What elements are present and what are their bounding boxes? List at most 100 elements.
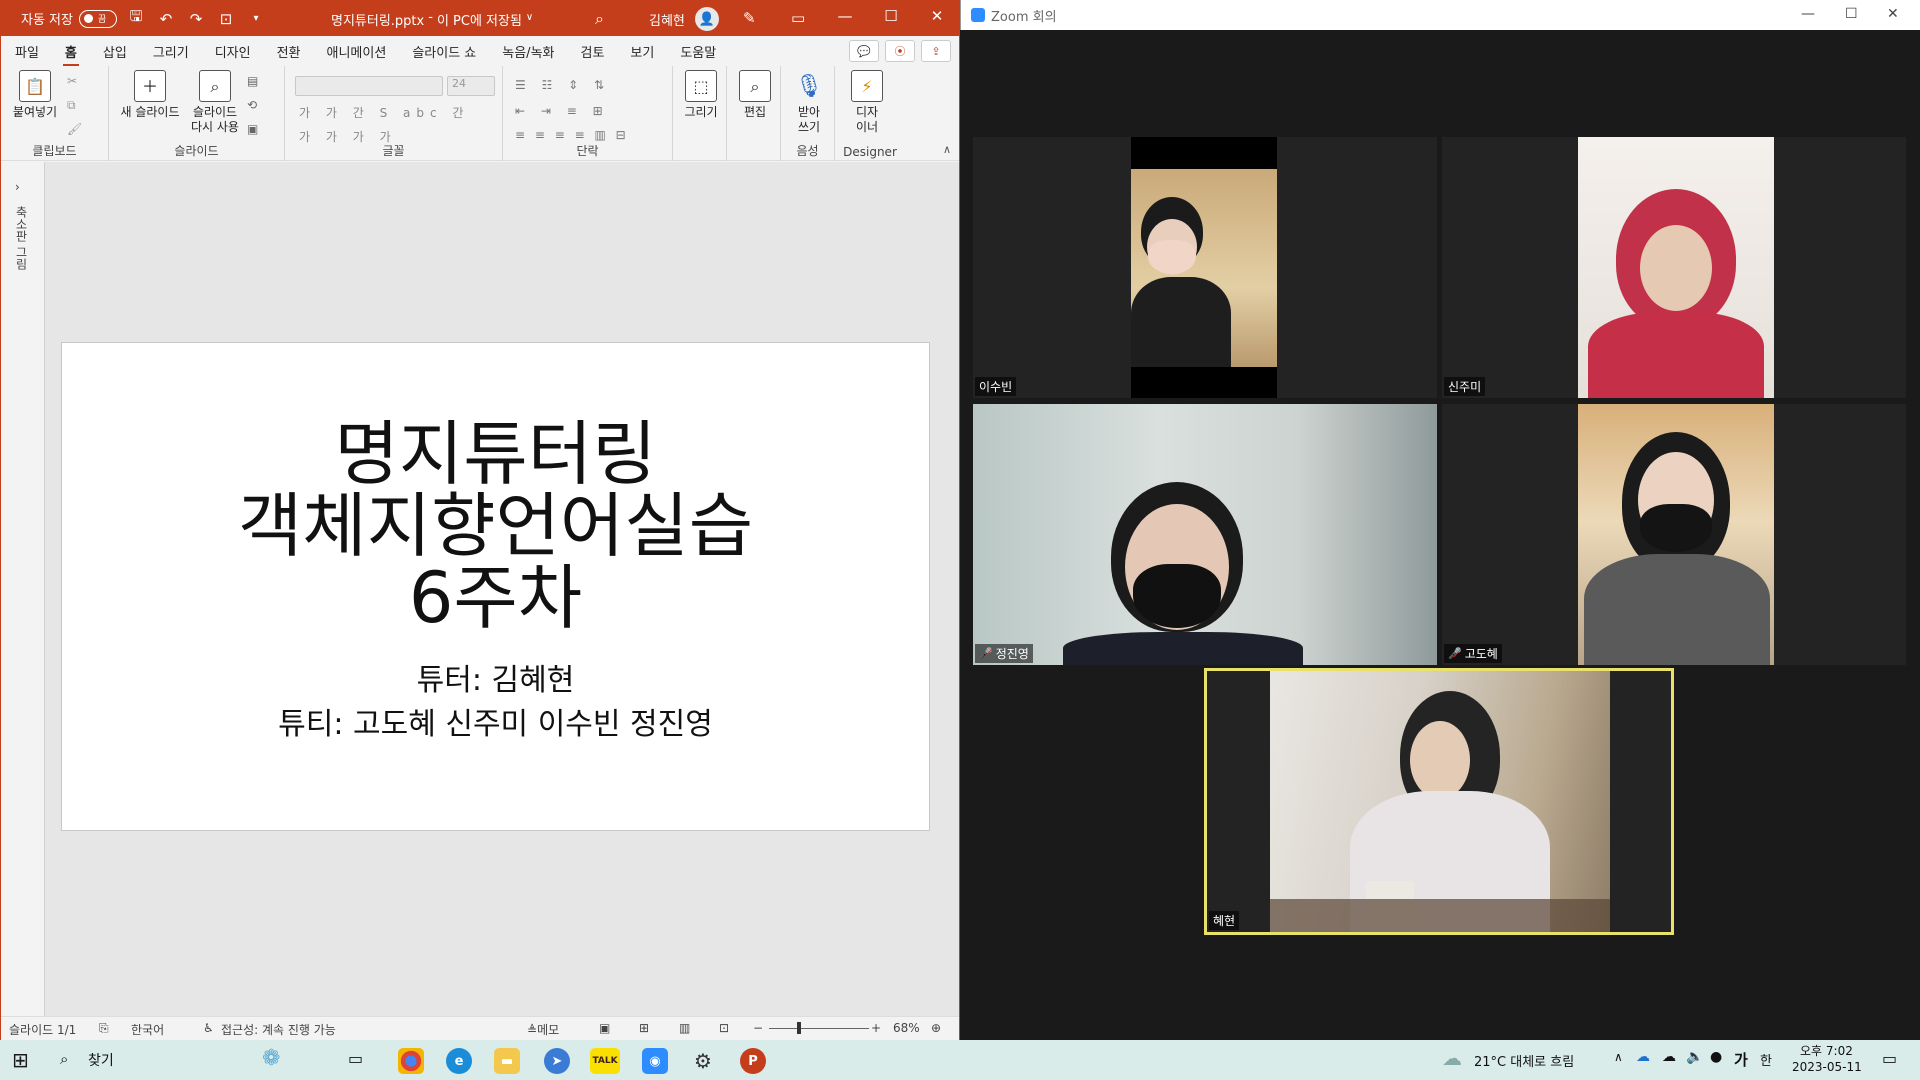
dictate-button[interactable]: 🎙 받아 쓰기 [789, 70, 829, 135]
volume-icon[interactable]: 🔈 [1686, 1049, 1703, 1065]
edge-icon[interactable]: e [446, 1048, 472, 1074]
zoom-app-icon[interactable]: ◉ [642, 1048, 668, 1074]
redo-icon[interactable]: ↷ [185, 8, 207, 30]
tab-menu-item[interactable]: 홈 [62, 42, 79, 67]
copy-icon[interactable]: ⧉ [67, 98, 76, 113]
font-format-row[interactable]: 가 가 간 S abc 간 [299, 104, 469, 121]
tab-menu-item[interactable]: 그리기 [153, 42, 189, 61]
participant-tile[interactable]: 🎤̸ 고도혜 [1442, 404, 1906, 665]
thumbnail-pane-label[interactable]: 축소판 그림 [13, 206, 30, 270]
tab-menu-item[interactable]: 디자인 [215, 42, 251, 61]
windows-start-icon[interactable]: ⊞ [12, 1048, 29, 1072]
new-slide-button[interactable]: ＋ 새 슬라이드 [117, 70, 183, 120]
zoom-slider-track[interactable] [769, 1028, 869, 1029]
tab-menu-item[interactable]: 녹음/녹화 [502, 42, 554, 61]
clock-date[interactable]: 2023-05-11 [1792, 1060, 1862, 1074]
tab-menu-item[interactable]: 전환 [277, 42, 301, 61]
file-explorer-icon[interactable]: ▬ [494, 1048, 520, 1074]
kakaotalk-icon[interactable]: TALK [590, 1048, 620, 1074]
task-view-icon[interactable]: ▭ [348, 1049, 363, 1068]
clock-time[interactable]: 오후 7:02 [1800, 1042, 1853, 1059]
slide-sorter-icon[interactable]: ⊞ [639, 1021, 649, 1035]
slide-tutees[interactable]: 튜티: 고도혜 신주미 이수빈 정진영 [62, 699, 929, 743]
normal-view-icon[interactable]: ▣ [599, 1021, 610, 1035]
onedrive-icon[interactable]: ☁ [1636, 1049, 1650, 1065]
tab-menu-item[interactable]: 삽입 [103, 42, 127, 61]
paste-button[interactable]: 📋 붙여넣기 [9, 70, 61, 120]
document-title[interactable]: 명지튜터링.pptx - 이 PC에 저장됨 ∨ [331, 10, 533, 29]
chat-icon[interactable]: ● [1710, 1049, 1722, 1065]
active-speaker-tile[interactable]: 혜현 [1204, 668, 1674, 935]
notes-button[interactable]: ≜메모 [527, 1021, 559, 1038]
align-buttons-row[interactable]: ≡ ≡ ≡ ≡ ▥ ⊟ [515, 128, 629, 142]
customize-qat-icon[interactable]: ▾ [245, 8, 267, 30]
designer-button[interactable]: ⚡ 디자 이너 [847, 70, 887, 135]
font-size-combo[interactable]: 24 [447, 76, 495, 96]
close-icon[interactable]: ✕ [1887, 6, 1899, 22]
reuse-slides-button[interactable]: ⌕ 슬라이드 다시 사용 [187, 70, 243, 135]
tab-menu-item[interactable]: 검토 [581, 42, 605, 61]
list-buttons-row[interactable]: ☰ ☷ ⇕ ⇅ [515, 78, 610, 92]
comments-button[interactable]: 💬 [849, 40, 879, 62]
spellcheck-icon[interactable]: ⎘ [99, 1021, 109, 1036]
tab-menu-item[interactable]: 애니메이션 [327, 42, 387, 61]
autosave[interactable]: 자동 저장 끔 [21, 9, 117, 28]
zoom-slider-thumb[interactable] [797, 1022, 801, 1034]
collapse-ribbon-icon[interactable]: ∧ [943, 143, 951, 156]
tab-menu-item[interactable]: 슬라이드 쇼 [412, 42, 476, 61]
network-icon[interactable]: ☁ [1662, 1049, 1676, 1065]
taskbar-search-label[interactable]: 찾기 [88, 1050, 114, 1070]
tab-menu-item[interactable]: 파일 [15, 42, 39, 61]
slideshow-icon[interactable]: ⊡ [719, 1021, 729, 1035]
avatar[interactable]: 👤 [695, 7, 719, 31]
participant-tile[interactable]: 신주미 [1442, 137, 1906, 398]
close-icon[interactable]: ✕ [923, 7, 951, 25]
slide-title[interactable]: 명지튜터링 객체지향언어실습 6주차 [62, 418, 929, 634]
format-painter-icon[interactable]: 🖌 [67, 122, 82, 136]
maximize-icon[interactable]: ☐ [877, 7, 905, 25]
record-button[interactable]: ⦿ [885, 40, 915, 62]
font-name-combo[interactable] [295, 76, 443, 96]
reading-view-icon[interactable]: ▥ [679, 1021, 690, 1035]
search-icon[interactable]: ⌕ [60, 1050, 68, 1068]
minimize-icon[interactable]: — [831, 7, 859, 25]
search-icon[interactable]: ⌕ [595, 9, 604, 29]
powerpoint-icon[interactable]: P [740, 1048, 766, 1074]
maximize-icon[interactable]: ☐ [1845, 6, 1858, 22]
layout-icon[interactable]: ▤ [247, 74, 258, 88]
accessibility-icon[interactable]: ♿ [203, 1021, 214, 1035]
app-arrow-icon[interactable]: ➤ [544, 1048, 570, 1074]
chevron-right-icon[interactable]: › [15, 180, 20, 194]
notification-icon[interactable]: ▭ [1882, 1049, 1897, 1068]
pen-icon[interactable]: ✎ [743, 9, 756, 27]
slide-tutor[interactable]: 튜터: 김혜현 [62, 655, 929, 699]
fit-slide-icon[interactable]: ⊕ [931, 1021, 941, 1035]
tab-menu-item[interactable]: 보기 [630, 42, 654, 61]
save-icon[interactable]: 🖫 [125, 7, 147, 30]
settings-icon[interactable]: ⚙ [690, 1048, 716, 1074]
language[interactable]: 한국어 [131, 1021, 164, 1038]
participant-tile[interactable]: 이수빈 [973, 137, 1437, 398]
zoom-out-icon[interactable]: − [753, 1021, 763, 1035]
participant-tile[interactable]: 🎤̸ 정진영 [973, 404, 1437, 665]
undo-icon[interactable]: ↶ [155, 8, 177, 30]
chrome-icon[interactable] [398, 1048, 424, 1074]
user-name[interactable]: 김혜현 [649, 10, 685, 29]
minimize-icon[interactable]: — [1801, 6, 1815, 22]
weather-text[interactable]: 21°C 대체로 흐림 [1474, 1051, 1574, 1070]
edit-button[interactable]: ⌕ 편집 [735, 70, 775, 120]
reset-icon[interactable]: ⟲ [247, 98, 257, 112]
present-icon[interactable]: ⊡ [215, 8, 237, 30]
autosave-toggle[interactable]: 끔 [78, 9, 117, 28]
slide-canvas[interactable]: 명지튜터링 객체지향언어실습 6주차 튜터: 김혜현 튜티: 고도혜 신주미 이… [61, 342, 930, 831]
search-highlight-icon[interactable]: ❁ [262, 1046, 280, 1071]
zoom-level[interactable]: 68% [893, 1021, 920, 1035]
cut-icon[interactable]: ✂ [67, 74, 77, 88]
ribbon-display-icon[interactable]: ▭ [791, 9, 805, 27]
indent-buttons-row[interactable]: ⇤ ⇥ ≡ ⊞ [515, 104, 609, 118]
zoom-in-icon[interactable]: + [871, 1021, 881, 1035]
accessibility-status[interactable]: 접근성: 계속 진행 가능 [221, 1021, 336, 1038]
section-icon[interactable]: ▣ [247, 122, 258, 136]
chevron-up-icon[interactable]: ∧ [1614, 1050, 1623, 1064]
draw-button[interactable]: ⬚ 그리기 [681, 70, 721, 120]
